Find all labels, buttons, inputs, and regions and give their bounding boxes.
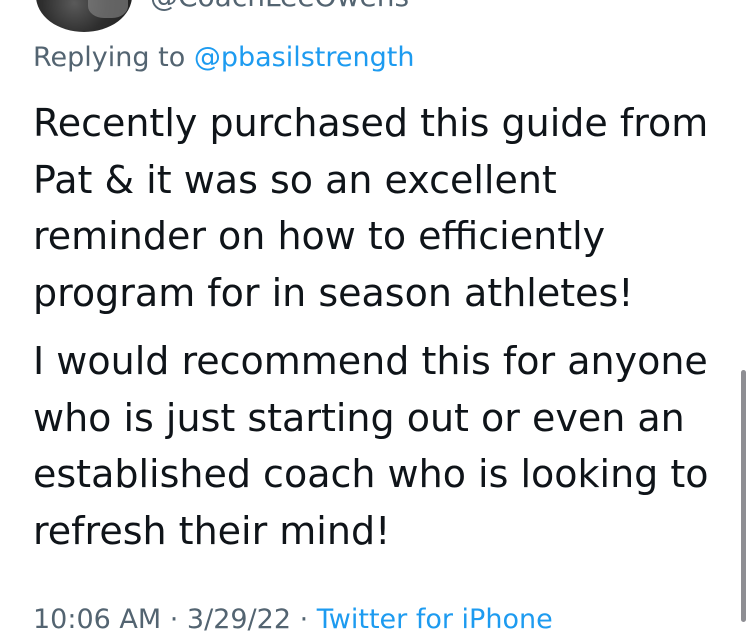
meta-separator: · xyxy=(161,604,187,635)
scrollbar[interactable] xyxy=(741,370,746,622)
replying-prefix: Replying to xyxy=(33,42,194,73)
tweet-paragraph: Recently purchased this guide from Pat &… xyxy=(33,101,709,315)
reply-mention-link[interactable]: @pbasilstrength xyxy=(194,42,415,73)
tweet-date[interactable]: 3/29/22 xyxy=(187,604,291,635)
avatar[interactable] xyxy=(36,0,132,32)
replying-to: Replying to @pbasilstrength xyxy=(33,42,414,73)
tweet-paragraph: I would recommend this for anyone who is… xyxy=(33,339,709,553)
tweet-meta: 10:06 AM · 3/29/22 · Twitter for iPhone xyxy=(33,604,553,635)
author-handle[interactable]: @CoachLeeOwens xyxy=(150,0,409,13)
tweet-source-link[interactable]: Twitter for iPhone xyxy=(317,604,553,635)
meta-separator: · xyxy=(291,604,317,635)
tweet-time[interactable]: 10:06 AM xyxy=(33,604,161,635)
tweet-text: Recently purchased this guide from Pat &… xyxy=(33,95,733,559)
